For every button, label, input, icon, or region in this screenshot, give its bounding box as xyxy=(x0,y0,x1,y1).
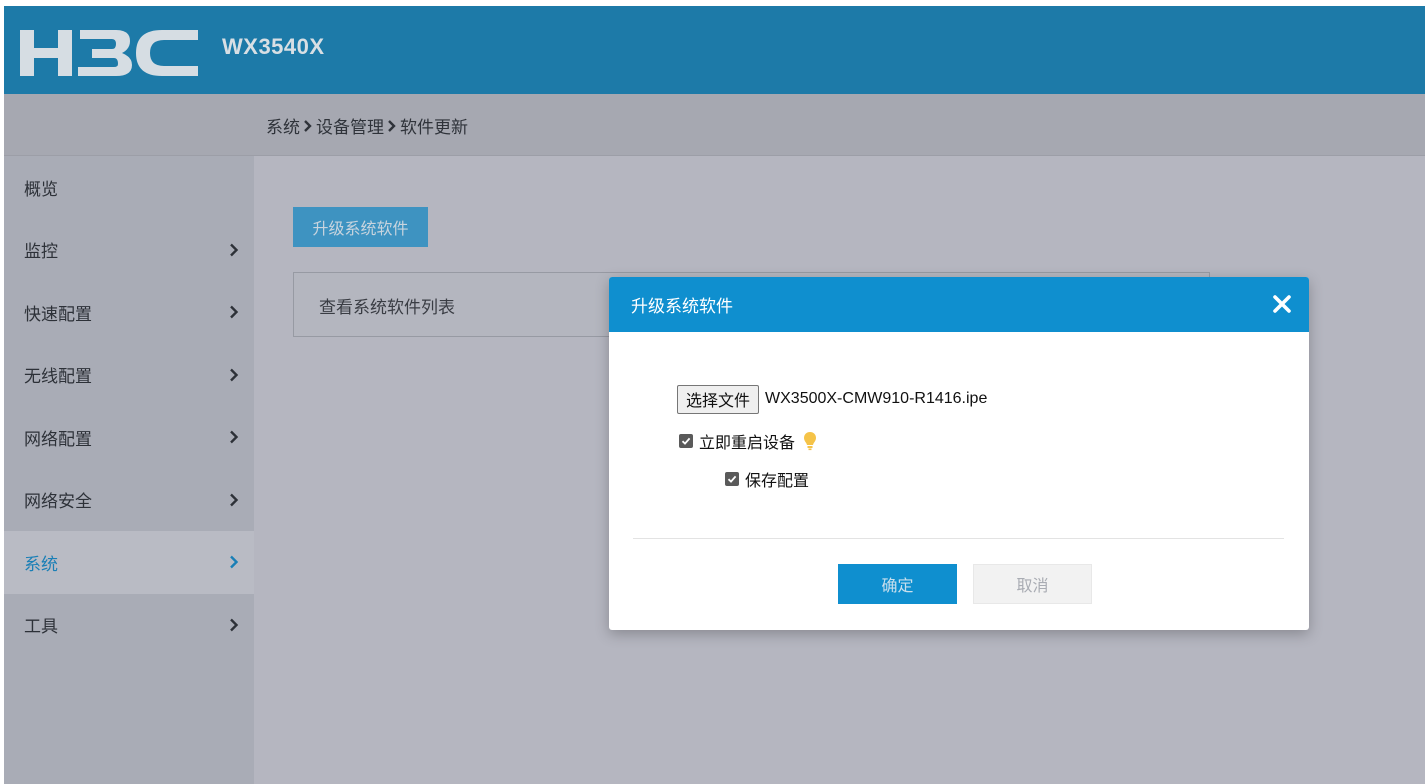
chevron-right-icon xyxy=(230,243,239,257)
sidebar-item[interactable]: 监控 xyxy=(4,219,254,282)
sidebar-item-label: 概览 xyxy=(24,179,58,200)
sidebar-item-label: 网络安全 xyxy=(24,492,92,513)
lightbulb-icon[interactable] xyxy=(803,431,817,451)
close-icon[interactable] xyxy=(1269,291,1295,317)
sidebar-item-label: 快速配置 xyxy=(24,304,92,325)
check-icon xyxy=(681,437,691,445)
breadcrumb-item[interactable]: 系统 xyxy=(266,113,300,138)
reboot-option: 立即重启设备 xyxy=(679,429,817,453)
sidebar-nav: 概览监控快速配置无线配置网络配置网络安全系统工具 xyxy=(4,156,254,656)
sidebar-item-label: 工具 xyxy=(24,617,58,638)
save-config-checkbox[interactable] xyxy=(725,472,739,486)
sidebar: 概览监控快速配置无线配置网络配置网络安全系统工具 xyxy=(4,94,254,784)
chevron-right-icon xyxy=(388,119,396,132)
panel-title: 查看系统软件列表 xyxy=(319,298,455,318)
upgrade-dialog: 升级系统软件 选择文件 WX3500X-CMW910-R1416.ipe 立即重… xyxy=(609,277,1309,630)
choose-file-button[interactable]: 选择文件 xyxy=(677,384,760,414)
sidebar-item[interactable]: 系统 xyxy=(4,531,254,594)
breadcrumb-item: 软件更新 xyxy=(400,118,468,138)
sidebar-item[interactable]: 工具 xyxy=(4,594,254,657)
app-window: WX3540X 概览 监控 快速配置 无线配置 网络配置 网络安全 系统 工具 系统 设备管理… xyxy=(4,6,1425,784)
sidebar-item-label: 无线配置 xyxy=(24,367,92,388)
sidebar-item[interactable]: 概览 xyxy=(4,156,254,219)
sidebar-item-label: 网络配置 xyxy=(24,429,92,450)
device-model: WX3540X xyxy=(222,34,325,59)
cancel-button[interactable]: 取消 xyxy=(973,564,1092,604)
selected-file-name: WX3500X-CMW910-R1416.ipe xyxy=(765,390,988,407)
sidebar-item-label: 系统 xyxy=(24,554,58,575)
breadcrumb-item[interactable]: 设备管理 xyxy=(316,113,384,138)
sidebar-item[interactable]: 网络安全 xyxy=(4,469,254,532)
h3c-logo xyxy=(20,30,198,76)
chevron-right-icon xyxy=(230,368,239,382)
save-config-label: 保存配置 xyxy=(745,471,810,490)
chevron-right-icon xyxy=(230,305,239,319)
sidebar-item[interactable]: 快速配置 xyxy=(4,281,254,344)
chevron-right-icon xyxy=(304,119,312,132)
check-icon xyxy=(727,475,737,483)
dialog-title: 升级系统软件 xyxy=(631,297,733,317)
sidebar-item-label: 监控 xyxy=(24,242,58,263)
breadcrumb: 系统 设备管理 软件更新 xyxy=(266,113,468,138)
chevron-right-icon xyxy=(230,618,239,632)
chevron-right-icon xyxy=(230,493,239,507)
breadcrumb-bar: 系统 设备管理 软件更新 xyxy=(254,94,1425,156)
reboot-checkbox[interactable] xyxy=(679,434,693,448)
file-chooser: 选择文件 WX3500X-CMW910-R1416.ipe xyxy=(677,384,987,414)
sidebar-item[interactable]: 网络配置 xyxy=(4,406,254,469)
save-config-option: 保存配置 xyxy=(725,467,809,491)
top-header: WX3540X xyxy=(4,6,1425,94)
sidebar-item[interactable]: 无线配置 xyxy=(4,344,254,407)
reboot-label: 立即重启设备 xyxy=(699,433,796,452)
chevron-right-icon xyxy=(230,430,239,444)
confirm-button[interactable]: 确定 xyxy=(838,564,957,604)
upgrade-software-button[interactable]: 升级系统软件 xyxy=(293,207,428,247)
chevron-right-icon xyxy=(230,555,239,569)
dialog-header: 升级系统软件 xyxy=(609,277,1309,332)
dialog-divider xyxy=(633,538,1284,539)
sidebar-header xyxy=(4,94,254,156)
